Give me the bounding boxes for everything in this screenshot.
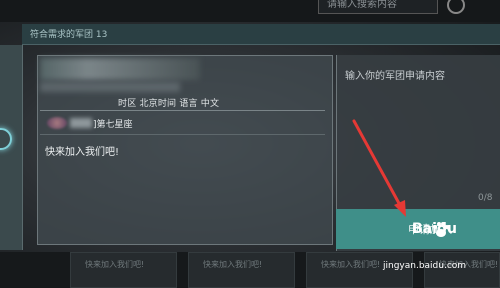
paw-icon <box>433 222 449 237</box>
list-item[interactable]: 快来加入我们吧! <box>188 252 295 288</box>
baidu-watermark: Baidu jingyan.baidu.com <box>383 217 500 277</box>
list-item[interactable]: 快来加入我们吧! <box>70 252 177 288</box>
watermark-site: jingyan.baidu.com <box>383 261 467 271</box>
